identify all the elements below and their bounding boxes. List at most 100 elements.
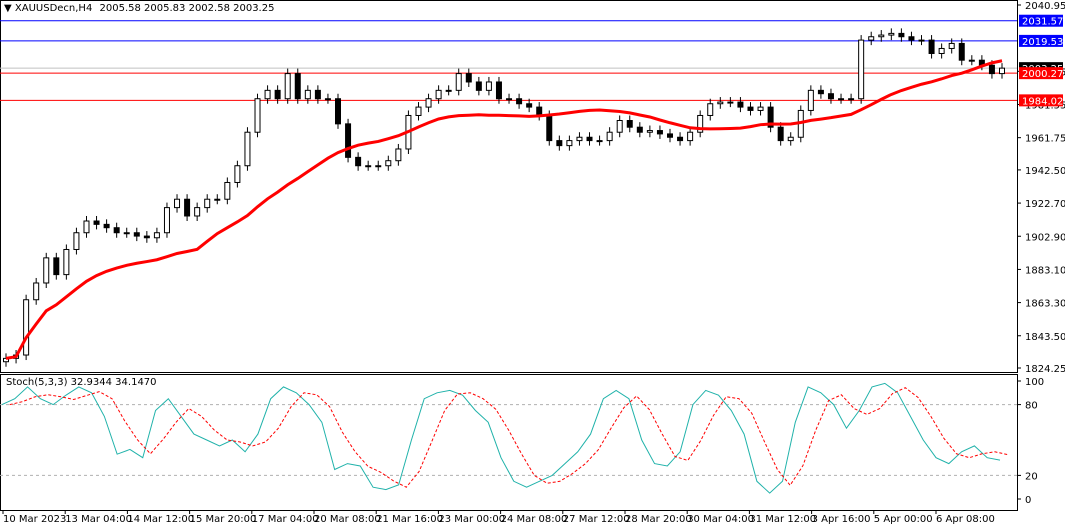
candle-body: [516, 98, 523, 105]
candle-body: [495, 81, 502, 100]
stoch-tick-label: 80: [1025, 401, 1038, 412]
candle-body: [687, 131, 694, 142]
candle-body: [667, 133, 673, 138]
candle-body: [707, 103, 714, 116]
candle-body: [596, 140, 603, 143]
time-tick-label: 30 Mar 04:00: [687, 514, 754, 525]
candle-body: [53, 257, 60, 276]
candle-body: [184, 198, 191, 217]
time-tick-label: 28 Mar 20:00: [625, 514, 692, 525]
candle-body: [928, 39, 935, 54]
candle-body: [827, 93, 834, 100]
candle-body: [586, 136, 593, 142]
candle-body: [204, 198, 211, 209]
candle-body: [244, 131, 251, 167]
price-tick-label: 1942.50: [1025, 166, 1065, 177]
candle-body: [677, 136, 684, 142]
candle-body: [858, 39, 865, 100]
candle-body: [73, 232, 80, 250]
level-price-label: 2019.53: [1022, 37, 1063, 48]
candle-body: [506, 98, 513, 101]
stoch-tick-label: 20: [1025, 471, 1038, 482]
candle-body: [757, 106, 764, 111]
time-tick-label: 3 Apr 16:00: [812, 514, 871, 525]
candle-body: [23, 299, 30, 356]
time-tick-label: 23 Mar 00:00: [438, 514, 505, 525]
candle-body: [616, 120, 623, 133]
candle-body: [817, 89, 824, 95]
time-tick-label: 10 Mar 2023: [3, 514, 66, 525]
candle-body: [324, 98, 331, 101]
candle-body: [536, 106, 543, 116]
price-tick-label: 1961.75: [1025, 134, 1065, 145]
collapse-triangle-icon[interactable]: ▼: [4, 3, 12, 14]
candle-body: [395, 148, 402, 162]
candle-body: [194, 207, 201, 217]
candle-body: [888, 32, 895, 36]
candle-body: [898, 32, 905, 38]
candle-body: [304, 89, 311, 100]
candle-body: [656, 130, 663, 135]
candle-body: [485, 81, 492, 91]
candle-body: [777, 126, 784, 142]
chart-window: 2040.952001.351981.551961.751942.501922.…: [0, 0, 1065, 529]
candle-body: [958, 42, 965, 61]
price-tick-label: 1883.10: [1025, 265, 1065, 276]
level-price-label: 2031.57: [1022, 17, 1063, 28]
candle-body: [415, 106, 422, 116]
candle-body: [968, 59, 975, 62]
price-tick-label: 2040.95: [1025, 1, 1065, 12]
stoch-main-line: [1, 382, 1001, 494]
moving-average-line: [5, 59, 1003, 360]
candle-body: [425, 98, 432, 108]
price-tick-label: 1902.90: [1025, 232, 1065, 243]
candle-body: [626, 120, 633, 128]
candle-body: [83, 220, 90, 234]
chart-canvas[interactable]: 2040.952001.351981.551961.751942.501922.…: [0, 0, 1065, 529]
candle-body: [294, 73, 301, 100]
candle-body: [274, 89, 281, 100]
time-tick-label: 31 Mar 12:00: [749, 514, 816, 525]
stochastic-panel-frame: [0, 374, 1018, 511]
time-tick-label: 13 Mar 04:00: [65, 514, 132, 525]
candle-body: [103, 223, 110, 229]
candle-body: [43, 257, 50, 284]
candle-body: [546, 114, 553, 142]
candle-body: [254, 98, 261, 133]
level-price-label: 2000.27: [1022, 69, 1063, 80]
candle-body: [123, 232, 130, 235]
price-tick-label: 1843.50: [1025, 332, 1065, 343]
price-tick-label: 1863.30: [1025, 299, 1065, 310]
candle-body: [999, 67, 1005, 75]
candle-body: [153, 232, 160, 239]
candle-body: [717, 101, 724, 105]
candle-body: [314, 89, 321, 100]
candle-body: [556, 140, 563, 147]
price-tick-label: 1824.25: [1025, 364, 1065, 375]
candle-body: [355, 156, 362, 167]
candle-body: [365, 165, 372, 168]
candle-body: [93, 220, 100, 225]
candle-body: [807, 89, 814, 111]
candle-body: [737, 101, 744, 108]
candle-body: [385, 160, 392, 167]
candle-body: [526, 103, 533, 108]
time-tick-label: 24 Mar 08:00: [501, 514, 568, 525]
time-tick-label: 27 Mar 12:00: [563, 514, 630, 525]
candle-body: [948, 42, 955, 49]
stoch-tick-label: 100: [1025, 377, 1044, 388]
candle-body: [264, 89, 271, 100]
candle-body: [435, 89, 442, 100]
candle-body: [918, 39, 925, 42]
candle-body: [133, 232, 140, 237]
time-tick-label: 15 Mar 20:00: [190, 514, 257, 525]
candle-body: [335, 98, 341, 125]
candle-body: [606, 131, 613, 142]
ohlc-readout: 2005.58 2005.83 2002.58 2003.25: [99, 3, 275, 14]
candle-body: [646, 130, 653, 133]
candle-body: [747, 106, 754, 111]
time-tick-label: 14 Mar 12:00: [127, 514, 194, 525]
time-tick-label: 5 Apr 00:00: [874, 514, 933, 525]
time-tick-label: 6 Apr 08:00: [936, 514, 995, 525]
candle-body: [174, 198, 181, 209]
